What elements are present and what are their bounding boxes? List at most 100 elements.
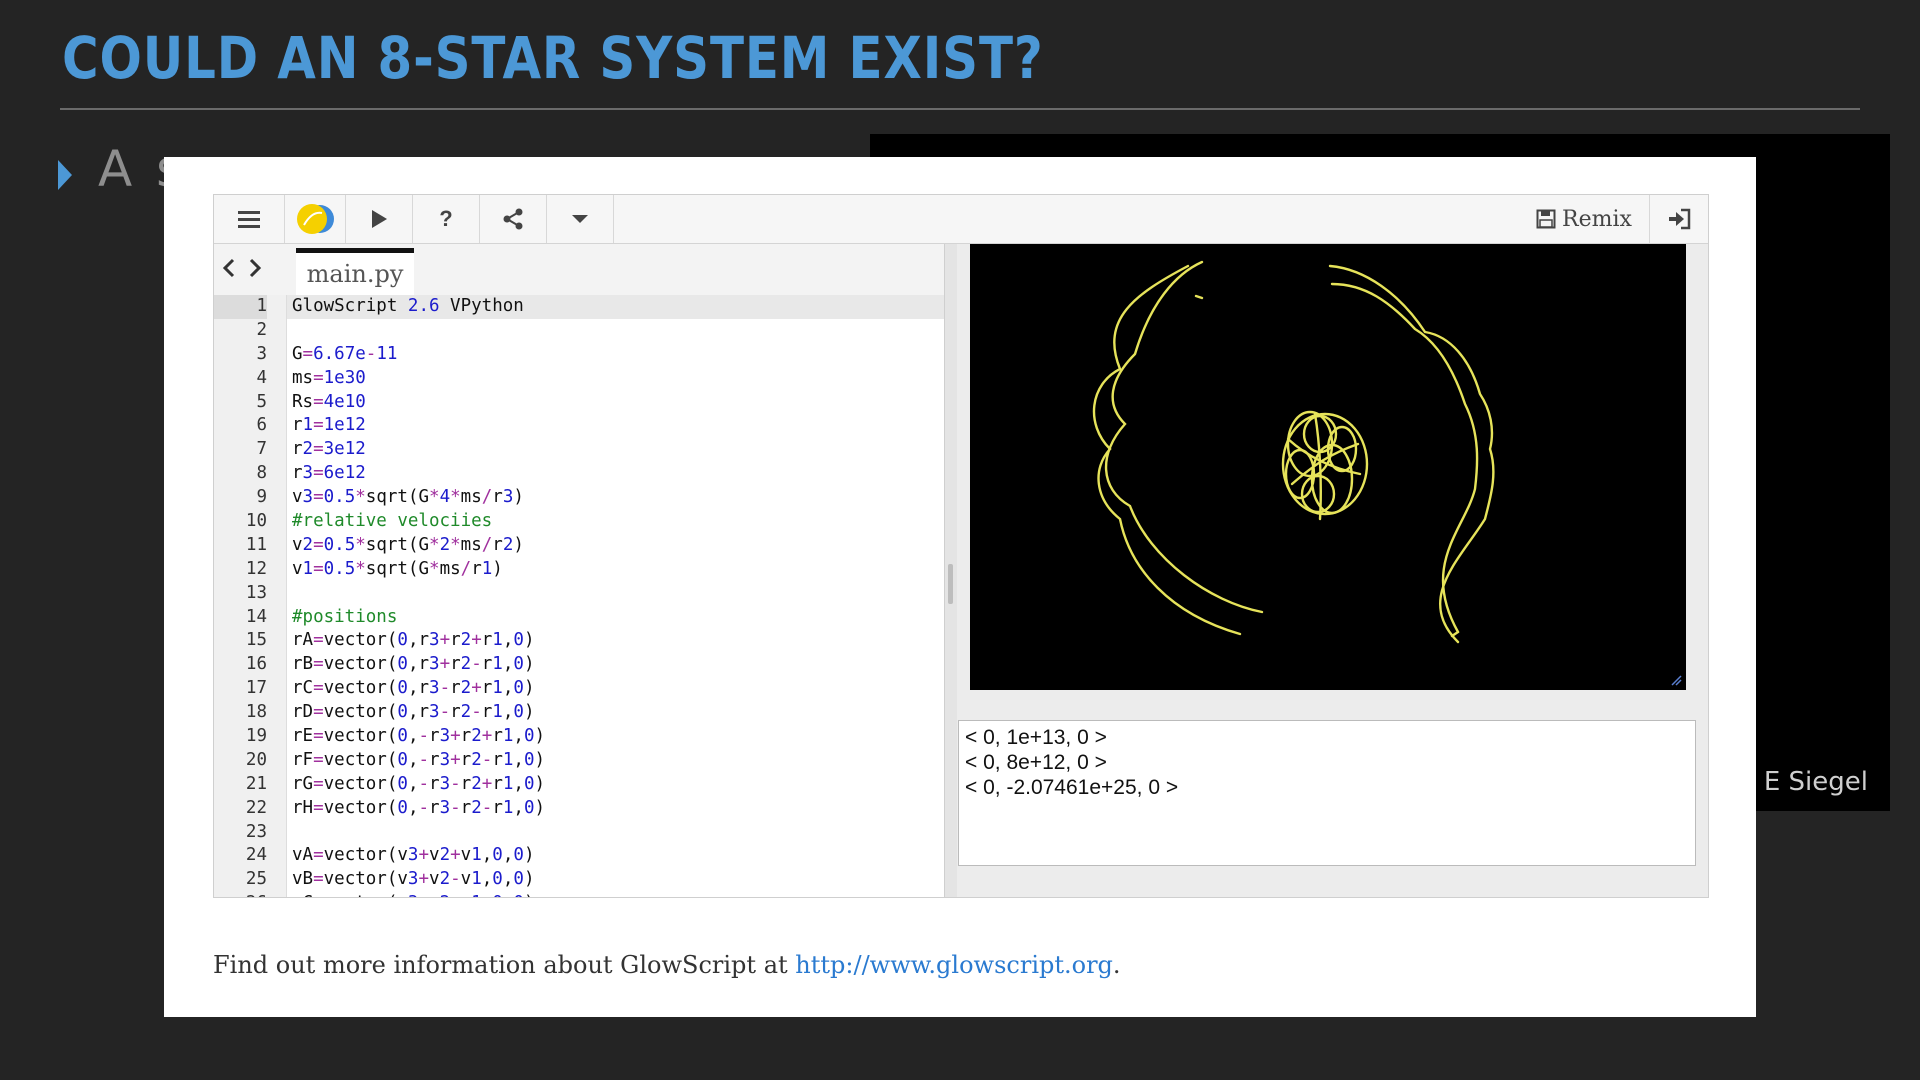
code-text: v1=0.5*sqrt(G*ms/r1): [292, 558, 503, 579]
code-text: vA=vector(v3+v2+v1,0,0): [292, 845, 535, 866]
more-options-button[interactable]: [547, 195, 614, 243]
code-line[interactable]: 21 rG=vector(0,-r3-r2+r1,0): [246, 773, 944, 797]
code-text: rD=vector(0,r3-r2-r1,0): [292, 702, 535, 723]
code-line[interactable]: 13: [246, 582, 944, 606]
print-output-box[interactable]: < 0, 1e+13, 0 > < 0, 8e+12, 0 > < 0, -2.07…: [958, 720, 1696, 866]
line-number: 3: [256, 343, 267, 364]
resize-grip-icon[interactable]: [1670, 674, 1682, 686]
line-number: 25: [245, 869, 267, 890]
glowscript-logo-icon: [297, 204, 334, 234]
code-text: Rs=4e10: [292, 391, 366, 412]
code-line[interactable]: 18 rD=vector(0,r3-r2-r1,0): [246, 701, 944, 725]
splitter-handle[interactable]: [948, 564, 953, 604]
code-text: rA=vector(0,r3+r2+r1,0): [292, 630, 535, 651]
code-line[interactable]: 26vC=vector(v3-v2+v1,0,0): [246, 892, 944, 897]
line-number: 5: [256, 391, 267, 412]
code-line[interactable]: 24 vA=vector(v3+v2+v1,0,0): [246, 844, 944, 868]
line-number: 9: [256, 487, 267, 508]
image-credit: E Siegel: [1763, 767, 1868, 797]
chevron-left-icon[interactable]: [220, 256, 238, 280]
code-line[interactable]: 23: [246, 821, 944, 845]
share-icon: [503, 208, 523, 230]
code-line[interactable]: 5 Rs=4e10: [256, 391, 944, 415]
code-text: ms=1e30: [292, 367, 366, 388]
code-text: GlowScript 2.6 VPython: [292, 296, 524, 316]
code-line[interactable]: 25 vB=vector(v3+v2-v1,0,0): [246, 868, 944, 892]
code-text: r1=1e12: [292, 415, 366, 436]
share-button[interactable]: [480, 195, 547, 243]
code-line[interactable]: 20 rF=vector(0,-r3+r2-r1,0): [246, 749, 944, 773]
run-button[interactable]: [346, 195, 413, 243]
output-line: < 0, 1e+13, 0 >: [965, 726, 1107, 749]
save-disk-icon: [1536, 209, 1556, 229]
code-line[interactable]: 8 r3=6e12: [256, 462, 944, 486]
help-button[interactable]: ?: [413, 195, 480, 243]
file-navigation: [220, 256, 264, 280]
remix-label: Remix: [1562, 206, 1632, 232]
code-line[interactable]: 9 v3=0.5*sqrt(G*4*ms/r3): [256, 486, 944, 510]
line-number: 8: [256, 463, 267, 484]
code-line[interactable]: 4 ms=1e30: [256, 367, 944, 391]
code-text: r2=3e12: [292, 439, 366, 460]
line-number: 23: [245, 821, 267, 842]
code-text: vB=vector(v3+v2-v1,0,0): [292, 869, 535, 890]
code-text: G=6.67e-11: [292, 343, 398, 364]
code-line[interactable]: 12 v1=0.5*sqrt(G*ms/r1): [246, 558, 944, 582]
code-line[interactable]: 19 rE=vector(0,-r3+r2+r1,0): [246, 725, 944, 749]
code-text: #relative velociies: [292, 511, 493, 532]
file-tab-main[interactable]: main.py: [296, 248, 414, 295]
line-number: 1: [214, 295, 267, 319]
code-text-area[interactable]: 1 GlowScript 2.6 VPython 2 3 G=6.67e-11 4 ms=1…: [214, 295, 944, 897]
play-icon: [372, 210, 387, 228]
slide-title: COULD AN 8-STAR SYSTEM EXIST?: [62, 24, 1044, 92]
line-number: 13: [245, 582, 267, 603]
remix-button[interactable]: Remix: [1519, 195, 1650, 243]
hamburger-menu-icon: [238, 211, 260, 228]
line-number: 7: [256, 439, 267, 460]
code-text: #positions: [292, 606, 398, 627]
code-text: v3=0.5*sqrt(G*4*ms/r3): [292, 487, 524, 508]
output-line: < 0, 8e+12, 0 >: [965, 751, 1107, 774]
line-number: 12: [245, 558, 267, 579]
code-line[interactable]: 3 G=6.67e-11: [256, 343, 944, 367]
title-divider: [60, 108, 1860, 110]
code-line[interactable]: 1 GlowScript 2.6 VPython: [214, 295, 944, 319]
editor-tab-bar: main.py: [214, 244, 944, 296]
footer-info: Find out more information about GlowScri…: [213, 951, 1121, 979]
code-line[interactable]: 10 #relative velociies: [246, 510, 944, 534]
code-line[interactable]: 16 rB=vector(0,r3+r2-r1,0): [246, 653, 944, 677]
glowscript-link[interactable]: http://www.glowscript.org: [795, 951, 1113, 979]
code-line[interactable]: 6 r1=1e12: [256, 414, 944, 438]
chevron-right-icon[interactable]: [246, 256, 264, 280]
line-number: 16: [245, 654, 267, 675]
code-text: rB=vector(0,r3+r2-r1,0): [292, 654, 535, 675]
code-line[interactable]: 2: [256, 319, 944, 343]
line-number: 26: [214, 892, 267, 897]
orbit-trails: [1092, 260, 1495, 644]
line-number: 17: [245, 678, 267, 699]
code-line[interactable]: 14 #positions: [246, 606, 944, 630]
line-number: 18: [245, 702, 267, 723]
line-number: 2: [256, 319, 267, 340]
code-text: r3=6e12: [292, 463, 366, 484]
line-number: 4: [256, 367, 267, 388]
line-number: 11: [245, 534, 267, 555]
menu-button[interactable]: [214, 195, 285, 243]
line-number: 21: [245, 773, 267, 794]
glowscript-logo-button[interactable]: [285, 195, 346, 243]
glowscript-screenshot: ? Remix main.py 1 GlowScript 2.6 VPython…: [164, 157, 1756, 1017]
code-text: rG=vector(0,-r3-r2+r1,0): [292, 773, 546, 794]
code-line[interactable]: 7 r2=3e12: [256, 438, 944, 462]
simulation-canvas[interactable]: [970, 244, 1686, 690]
sign-in-icon: [1669, 208, 1691, 230]
code-editor: main.py 1 GlowScript 2.6 VPython 2 3 G=6.67e…: [214, 244, 944, 897]
code-line[interactable]: 17 rC=vector(0,r3-r2+r1,0): [246, 677, 944, 701]
code-text: rH=vector(0,-r3-r2-r1,0): [292, 797, 546, 818]
line-number: 15: [245, 630, 267, 651]
code-text: v2=0.5*sqrt(G*2*ms/r2): [292, 534, 524, 555]
code-line[interactable]: 11 v2=0.5*sqrt(G*2*ms/r2): [246, 534, 944, 558]
code-line[interactable]: 15 rA=vector(0,r3+r2+r1,0): [246, 629, 944, 653]
pane-splitter[interactable]: [944, 244, 957, 897]
sign-in-button[interactable]: [1650, 195, 1708, 243]
code-line[interactable]: 22 rH=vector(0,-r3-r2-r1,0): [246, 797, 944, 821]
